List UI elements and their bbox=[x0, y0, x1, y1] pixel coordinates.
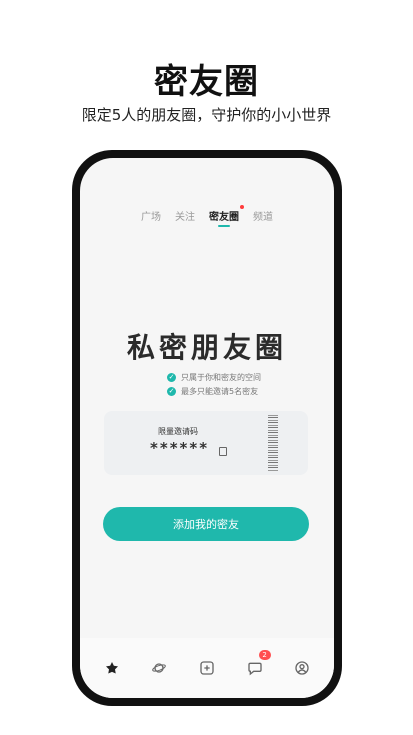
user-icon bbox=[295, 661, 309, 675]
check-icon: ✓ bbox=[167, 386, 176, 396]
feature-item: ✓ 最多只能邀请5名密友 bbox=[167, 384, 261, 398]
page-title: 私密朋友圈 bbox=[126, 331, 287, 364]
hero-title: 密友圈 bbox=[154, 62, 259, 102]
top-tabs: 广场 关注 密友圈 频道 bbox=[80, 205, 334, 223]
bottom-nav: 2 bbox=[80, 638, 334, 698]
feature-text: 最多只能邀请5名密友 bbox=[181, 386, 259, 396]
nav-profile[interactable] bbox=[290, 656, 314, 680]
tab-square[interactable]: 广场 bbox=[141, 208, 161, 223]
invite-code: ****** bbox=[150, 439, 210, 457]
copy-icon[interactable] bbox=[219, 447, 227, 456]
check-icon: ✓ bbox=[167, 372, 176, 382]
phone-frame: 广场 关注 密友圈 频道 私密朋友圈 ✓ 只属于你和密友的空间 ✓ 最多只能邀请… bbox=[72, 150, 342, 706]
add-friend-button[interactable]: 添加我的密友 bbox=[103, 507, 309, 541]
invite-ticket: 限量邀请码 ****** bbox=[104, 411, 308, 475]
tab-close-friends[interactable]: 密友圈 bbox=[209, 205, 244, 223]
plus-square-icon bbox=[200, 661, 214, 675]
tab-follow[interactable]: 关注 bbox=[175, 208, 195, 223]
nav-discover[interactable] bbox=[147, 656, 171, 680]
planet-icon bbox=[152, 663, 167, 673]
tab-close-friends-label: 密友圈 bbox=[209, 212, 239, 223]
phone-screen: 广场 关注 密友圈 频道 私密朋友圈 ✓ 只属于你和密友的空间 ✓ 最多只能邀请… bbox=[80, 158, 334, 698]
nav-home[interactable] bbox=[100, 656, 124, 680]
barcode-icon bbox=[268, 415, 278, 471]
nav-create[interactable] bbox=[195, 656, 219, 680]
tab-channel[interactable]: 频道 bbox=[253, 208, 273, 223]
feature-list: ✓ 只属于你和密友的空间 ✓ 最多只能邀请5名密友 bbox=[167, 370, 261, 398]
hero-subtitle: 限定5人的朋友圈，守护你的小小世界 bbox=[81, 106, 332, 124]
feature-item: ✓ 只属于你和密友的空间 bbox=[167, 370, 261, 384]
feature-text: 只属于你和密友的空间 bbox=[181, 372, 261, 382]
chat-icon bbox=[247, 662, 262, 676]
star-icon bbox=[105, 662, 118, 674]
nav-messages[interactable]: 2 bbox=[243, 650, 271, 680]
message-badge: 2 bbox=[258, 650, 271, 660]
invite-label: 限量邀请码 bbox=[158, 427, 198, 436]
notification-dot bbox=[240, 205, 244, 209]
